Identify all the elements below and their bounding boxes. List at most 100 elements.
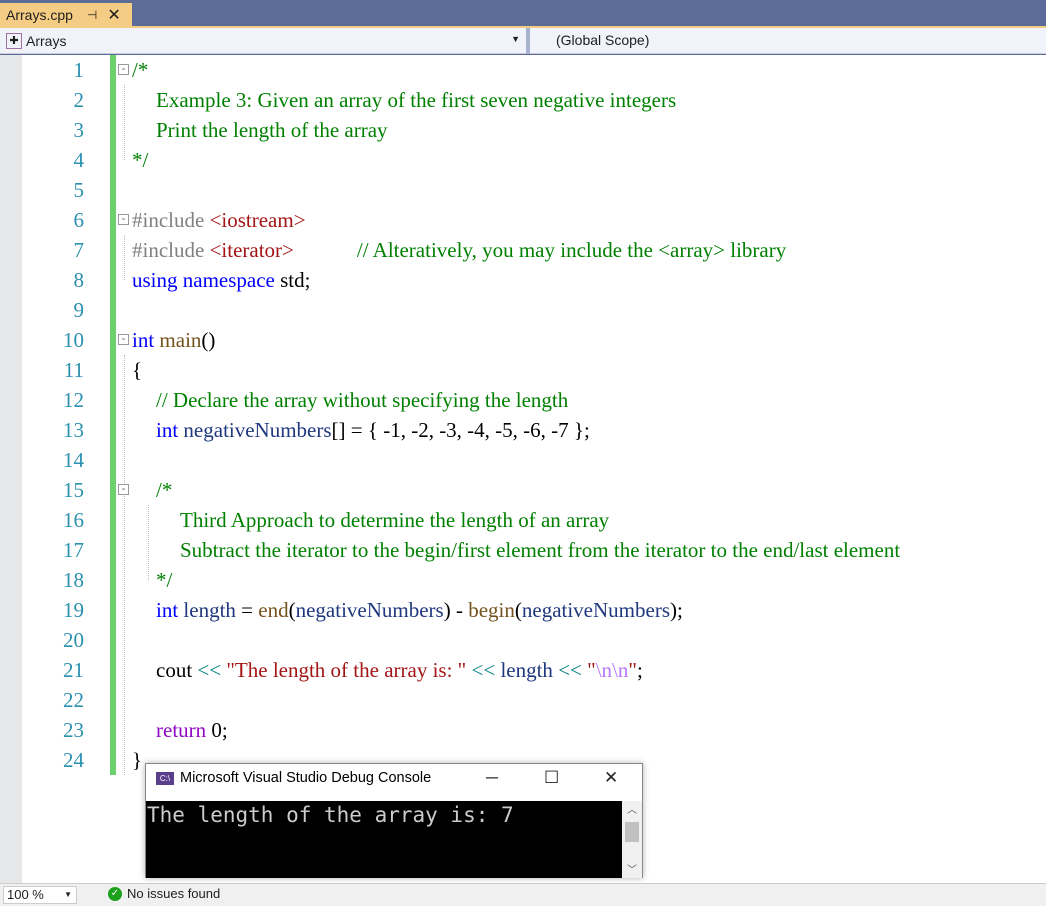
code-line[interactable]: 16 Third Approach to determine the length…: [0, 505, 1046, 535]
code-line[interactable]: 10 - int main(): [0, 325, 1046, 355]
code-text: Example 3: Given an array of the first s…: [156, 85, 676, 115]
issues-indicator[interactable]: ✓ No issues found: [108, 886, 220, 901]
code-line[interactable]: 3 Print the length of the array: [0, 115, 1046, 145]
scope-dropdown[interactable]: (Global Scope): [556, 32, 649, 48]
line-number: 18: [63, 568, 84, 592]
token-var: negativeNumbers: [183, 418, 332, 442]
token-kw: int: [132, 328, 160, 352]
tab-arrays-cpp[interactable]: Arrays.cpp ⊣ ✕: [0, 3, 132, 26]
console-titlebar: C:\ Microsoft Visual Studio Debug Consol…: [156, 770, 431, 786]
token-fn: main: [159, 328, 202, 352]
change-indicator: [110, 595, 116, 625]
code-line[interactable]: 14: [0, 445, 1046, 475]
code-text: Subtract the iterator to the begin/first…: [180, 535, 900, 565]
token-op: <<: [558, 658, 588, 682]
token-str: ": [628, 658, 637, 682]
token-com: */: [132, 148, 149, 172]
code-line[interactable]: 5: [0, 175, 1046, 205]
code-text: Third Approach to determine the length o…: [180, 505, 609, 535]
change-indicator: [110, 445, 116, 475]
code-line[interactable]: 8 using namespace std;: [0, 265, 1046, 295]
line-number: 24: [63, 748, 84, 772]
tab-bar: Arrays.cpp ⊣ ✕: [0, 0, 1046, 26]
token-com: // Declare the array without specifying …: [156, 388, 569, 412]
change-indicator: [110, 85, 116, 115]
code-text: #include <iostream>: [132, 205, 306, 235]
line-number: 21: [63, 658, 84, 682]
token-str: <iterator>: [209, 238, 294, 262]
collapse-icon[interactable]: -: [118, 214, 129, 225]
code-editor[interactable]: 1-/* 2 Example 3: Given an array of the fi…: [0, 55, 1046, 883]
token-com: */: [156, 568, 173, 592]
code-line[interactable]: 23 return 0;: [0, 715, 1046, 745]
code-line[interactable]: 17 Subtract the iterator to the begin/fir…: [0, 535, 1046, 565]
code-line[interactable]: 19 int length = end(negativeNumbers) - be…: [0, 595, 1046, 625]
maximize-button[interactable]: ☐: [544, 768, 559, 788]
code-line[interactable]: 22: [0, 685, 1046, 715]
token-str: ": [587, 658, 596, 682]
token-kw: using namespace: [132, 268, 281, 292]
code-text: */: [156, 565, 172, 595]
code-text: /*: [132, 55, 148, 85]
code-text: int main(): [132, 325, 215, 355]
project-dropdown[interactable]: ✚ Arrays ▼: [0, 28, 526, 54]
code-text: cout << "The length of the array is: " <…: [156, 655, 643, 685]
minimize-button[interactable]: ─: [486, 768, 498, 788]
line-number: 23: [63, 718, 84, 742]
code-line[interactable]: 7 #include <iterator> // Alteratively, yo…: [0, 235, 1046, 265]
token-com: Example 3: Given an array of the first s…: [156, 88, 677, 112]
line-number: 4: [73, 148, 85, 172]
code-text: Print the length of the array: [156, 115, 388, 145]
change-indicator: [110, 625, 116, 655]
pin-icon[interactable]: ⊣: [87, 8, 97, 22]
change-indicator: [110, 385, 116, 415]
token-var: length: [500, 658, 559, 682]
code-line[interactable]: 1 -/*: [0, 55, 1046, 85]
change-indicator: [110, 505, 116, 535]
token-txt: (: [288, 598, 296, 622]
code-text: {: [132, 355, 142, 385]
token-com: // Alteratively, you may include the <ar…: [356, 238, 787, 262]
code-line[interactable]: 15 - /*: [0, 475, 1046, 505]
chevron-down-icon: ▼: [64, 890, 72, 899]
scroll-thumb[interactable]: [625, 822, 639, 842]
code-line[interactable]: 2 Example 3: Given an array of the first …: [0, 85, 1046, 115]
code-line[interactable]: 21 cout << "The length of the array is: "…: [0, 655, 1046, 685]
code-text: */: [132, 145, 148, 175]
code-line[interactable]: 4 */: [0, 145, 1046, 175]
token-txt: }: [132, 748, 143, 772]
project-icon: ✚: [6, 33, 22, 49]
code-text: int negativeNumbers[] = { -1, -2, -3, -4…: [156, 415, 590, 445]
token-com: /*: [132, 58, 149, 82]
collapse-icon[interactable]: -: [118, 334, 129, 345]
token-com: /*: [156, 478, 173, 502]
console-scrollbar[interactable]: ︿ ﹀: [622, 801, 642, 878]
line-number: 17: [63, 538, 84, 562]
code-line[interactable]: 13 int negativeNumbers[] = { -1, -2, -3, …: [0, 415, 1046, 445]
scroll-down-icon[interactable]: ﹀: [627, 861, 637, 876]
change-indicator: [110, 295, 116, 325]
change-indicator: [110, 115, 116, 145]
token-txt: ;: [636, 658, 643, 682]
code-line[interactable]: 20: [0, 625, 1046, 655]
zoom-dropdown[interactable]: 100 % ▼: [3, 886, 77, 904]
line-number: 3: [73, 118, 85, 142]
token-txt: );: [670, 598, 683, 622]
tab-title: Arrays.cpp: [6, 6, 73, 23]
debug-console-window[interactable]: C:\ Microsoft Visual Studio Debug Consol…: [145, 763, 643, 878]
code-text: using namespace std;: [132, 265, 310, 295]
line-number: 9: [73, 298, 85, 322]
code-line[interactable]: 11 {: [0, 355, 1046, 385]
scroll-up-icon[interactable]: ︿: [622, 801, 642, 816]
check-circle-icon: ✓: [108, 886, 122, 901]
close-icon[interactable]: ✕: [107, 5, 120, 25]
change-indicator: [110, 475, 116, 505]
code-line[interactable]: 12 // Declare the array without specifyin…: [0, 385, 1046, 415]
collapse-icon[interactable]: -: [118, 484, 129, 495]
code-line[interactable]: 18 */: [0, 565, 1046, 595]
token-com: Print the length of the array: [156, 118, 388, 142]
collapse-icon[interactable]: -: [118, 64, 129, 75]
close-button[interactable]: ✕: [604, 768, 618, 788]
code-line[interactable]: 9: [0, 295, 1046, 325]
code-line[interactable]: 6 - #include <iostream>: [0, 205, 1046, 235]
